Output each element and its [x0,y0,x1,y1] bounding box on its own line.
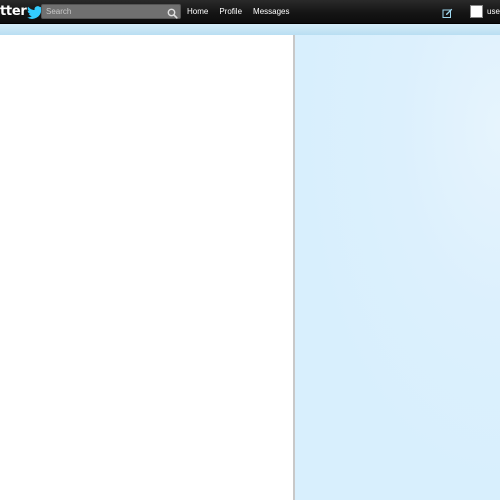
nav-profile[interactable]: Profile [219,0,242,23]
avatar[interactable] [470,5,483,18]
logo[interactable]: tter [0,3,43,21]
search-icon[interactable] [167,6,178,19]
compose-icon[interactable] [442,6,453,18]
top-bar: tter Home Profile Messages [0,0,500,24]
search-input[interactable] [42,5,164,18]
username[interactable]: user [487,0,500,23]
nav-home[interactable]: Home [187,0,208,23]
side-panel [295,35,500,500]
main-column [0,35,293,500]
nav-messages[interactable]: Messages [253,0,289,23]
top-nav: Home Profile Messages [187,0,301,23]
page: tter Home Profile Messages [0,0,500,500]
logo-text: tter [0,4,27,19]
search-box [41,4,181,19]
background-strip [0,24,500,35]
